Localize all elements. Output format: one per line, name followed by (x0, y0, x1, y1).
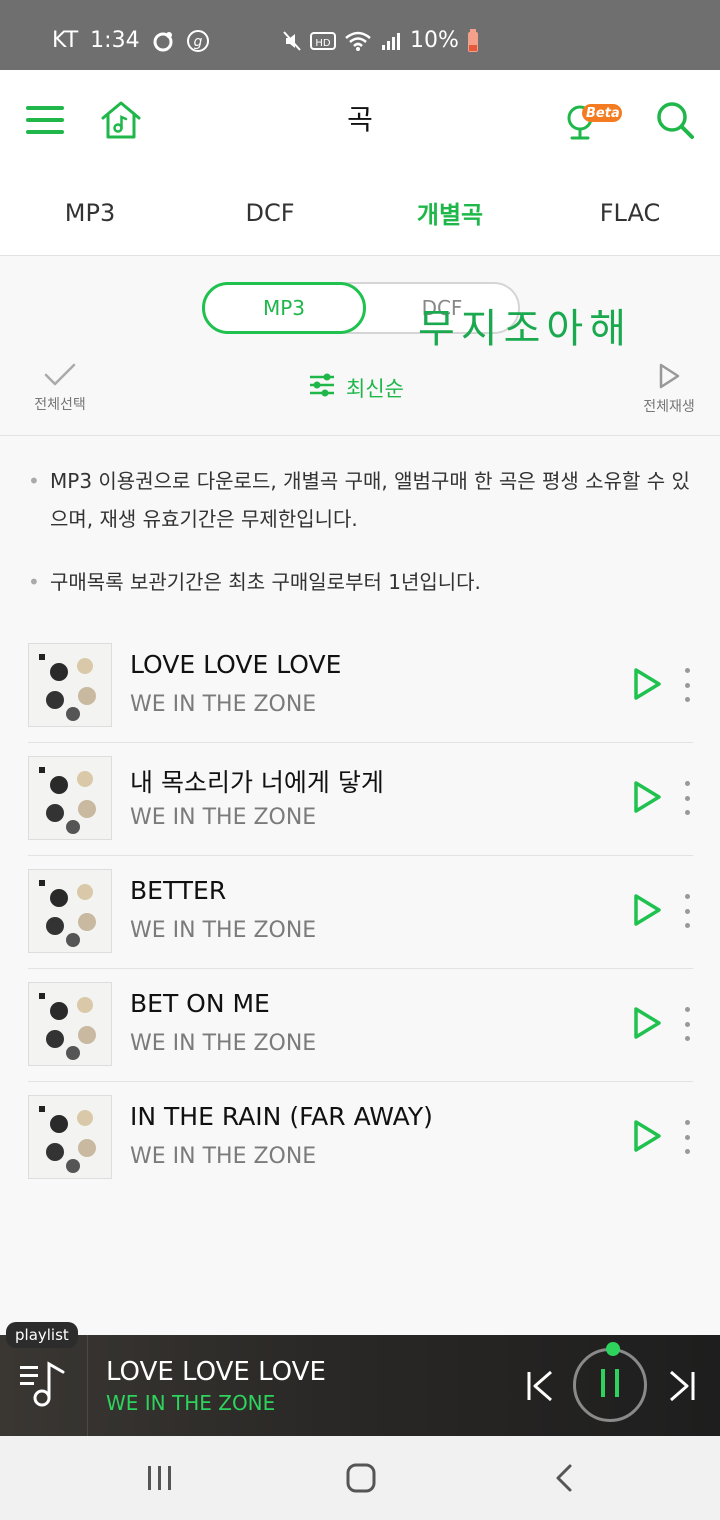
more-options-icon[interactable] (680, 1120, 694, 1154)
beta-badge: Beta (586, 106, 620, 121)
play-icon[interactable] (630, 1118, 664, 1154)
tab-flac[interactable]: FLAC (540, 170, 720, 255)
progress-indicator (606, 1342, 620, 1356)
play-icon[interactable] (630, 1005, 664, 1041)
notice-text: 구매목록 보관기간은 최초 구매일로부터 1년입니다. (50, 570, 481, 594)
more-options-icon[interactable] (680, 668, 694, 702)
sliders-icon (308, 372, 336, 403)
song-row[interactable]: 내 목소리가 너에게 닿게 WE IN THE ZONE (28, 743, 693, 856)
circle-dot-icon (152, 30, 174, 52)
format-tabs: MP3 DCF 개별곡 FLAC (0, 170, 720, 256)
album-art (28, 643, 112, 727)
song-artist: WE IN THE ZONE (130, 1144, 317, 1169)
notice-item: • 구매목록 보관기간은 최초 구매일로부터 1년입니다. (28, 563, 698, 601)
song-artist: WE IN THE ZONE (130, 692, 317, 717)
search-icon[interactable] (652, 98, 698, 142)
back-icon[interactable] (534, 1456, 594, 1500)
notice-item: • MP3 이용권으로 다운로드, 개별곡 구매, 앨범구매 한 곡은 평생 소… (28, 462, 698, 538)
song-list: LOVE LOVE LOVE WE IN THE ZONE 내 목소리가 너에게… (28, 630, 693, 1195)
play-icon[interactable] (630, 666, 664, 702)
song-artist: WE IN THE ZONE (130, 805, 317, 830)
song-row[interactable]: LOVE LOVE LOVE WE IN THE ZONE (28, 630, 693, 743)
tab-mp3[interactable]: MP3 (0, 170, 180, 255)
sort-button[interactable]: 최신순 (308, 372, 404, 403)
song-title: LOVE LOVE LOVE (130, 650, 342, 679)
pause-button[interactable] (573, 1348, 647, 1422)
song-row[interactable]: BETTER WE IN THE ZONE (28, 856, 693, 969)
song-row[interactable]: BET ON ME WE IN THE ZONE (28, 969, 693, 1082)
recent-apps-icon[interactable] (130, 1456, 190, 1500)
clock: 1:34 (90, 28, 140, 53)
svg-text:HD: HD (315, 38, 331, 49)
play-icon[interactable] (630, 892, 664, 928)
battery-low-icon (467, 28, 479, 53)
more-options-icon[interactable] (680, 781, 694, 815)
carrier-label: KT (52, 28, 79, 53)
previous-track-icon[interactable] (520, 1367, 560, 1405)
home-icon[interactable] (331, 1456, 391, 1500)
album-art (28, 982, 112, 1066)
select-all-button[interactable]: 전체선택 (26, 362, 94, 414)
check-icon (44, 362, 76, 392)
album-art (28, 1095, 112, 1179)
toggle-option-dcf[interactable]: DCF (360, 282, 524, 334)
pause-icon (598, 1367, 622, 1403)
now-playing-artist[interactable]: WE IN THE ZONE (106, 1391, 275, 1415)
signal-icon (380, 30, 402, 52)
notice-text: MP3 이용권으로 다운로드, 개별곡 구매, 앨범구매 한 곡은 평생 소유할… (50, 469, 690, 531)
system-nav-bar (0, 1436, 720, 1520)
play-outline-icon (656, 362, 682, 394)
play-icon[interactable] (630, 779, 664, 815)
play-all-button[interactable]: 전체재생 (636, 362, 702, 416)
action-row: 전체선택 최신순 전체재생 (0, 350, 720, 436)
tab-individual-songs[interactable]: 개별곡 (360, 170, 540, 255)
album-art (28, 869, 112, 953)
wifi-icon (344, 30, 372, 52)
song-artist: WE IN THE ZONE (130, 1031, 317, 1056)
hd-icon: HD (310, 31, 336, 51)
more-options-icon[interactable] (680, 1007, 694, 1041)
app-header: 곡 Beta (0, 70, 720, 170)
tab-dcf[interactable]: DCF (180, 170, 360, 255)
select-all-label: 전체선택 (34, 397, 86, 413)
playlist-tag[interactable]: playlist (6, 1322, 78, 1348)
g-circle-icon: g (186, 29, 210, 53)
menu-icon[interactable] (24, 100, 66, 140)
toggle-option-mp3[interactable]: MP3 (202, 282, 366, 334)
now-playing-title[interactable]: LOVE LOVE LOVE (106, 1357, 326, 1387)
format-toggle: MP3 DCF (202, 282, 520, 334)
song-row[interactable]: IN THE RAIN (FAR AWAY) WE IN THE ZONE (28, 1082, 693, 1195)
mute-icon (282, 30, 302, 52)
playlist-button[interactable] (0, 1335, 88, 1436)
sort-label: 최신순 (346, 376, 404, 401)
song-title: BETTER (130, 876, 227, 905)
song-title: BET ON ME (130, 989, 270, 1018)
mic-beta-icon[interactable]: Beta (562, 100, 626, 144)
svg-text:g: g (193, 34, 202, 50)
home-music-icon[interactable] (98, 98, 144, 142)
song-artist: WE IN THE ZONE (130, 918, 317, 943)
more-options-icon[interactable] (680, 894, 694, 928)
play-all-label: 전체재생 (643, 399, 695, 415)
song-title: IN THE RAIN (FAR AWAY) (130, 1102, 433, 1131)
status-bar: KT 1:34 g HD 10% (0, 0, 720, 70)
album-art (28, 756, 112, 840)
battery-percent: 10% (410, 28, 459, 53)
next-track-icon[interactable] (662, 1367, 702, 1405)
playlist-music-icon (18, 1358, 70, 1414)
song-title: 내 목소리가 너에게 닿게 (130, 768, 384, 797)
